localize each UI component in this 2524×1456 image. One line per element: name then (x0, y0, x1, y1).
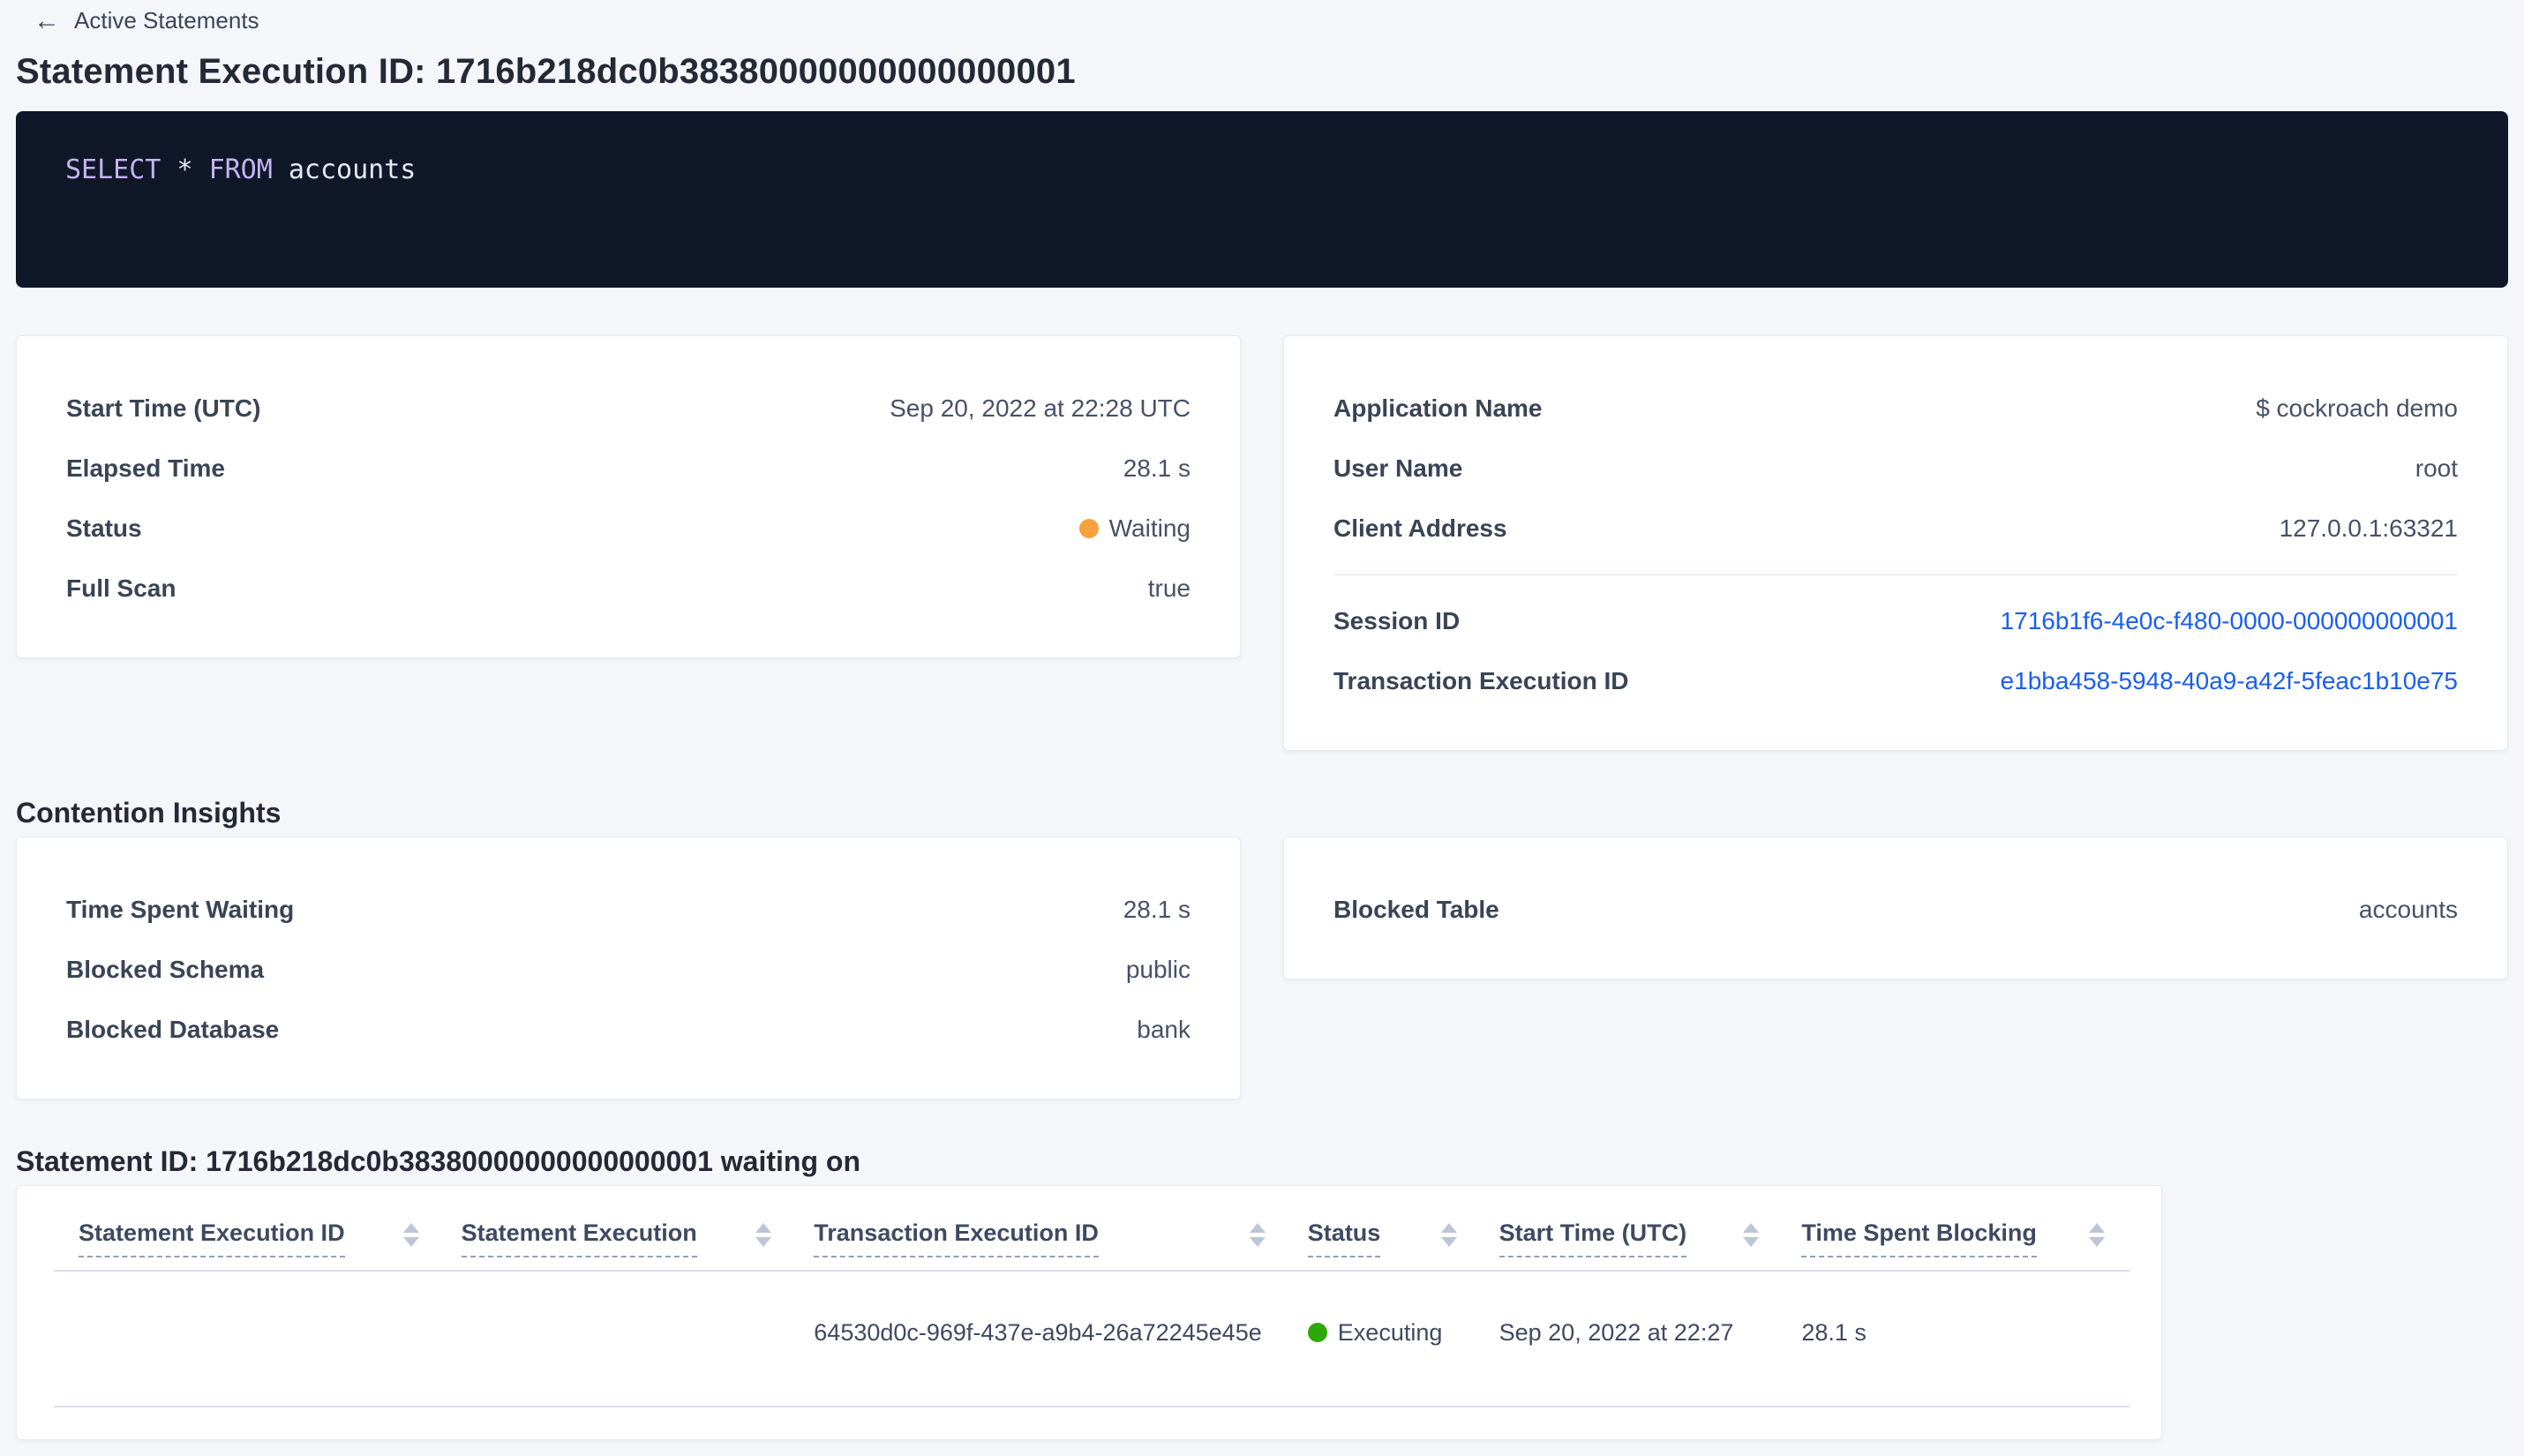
column-header-label: Status (1307, 1220, 1381, 1257)
blocked-table-value: accounts (2358, 896, 2458, 923)
user-name-label: User Name (1333, 454, 1463, 482)
card-divider (1333, 574, 2458, 575)
back-to-active-statements-link[interactable]: ← Active Statements (16, 0, 259, 34)
column-header-label: Transaction Execution ID (814, 1220, 1099, 1257)
elapsed-time-label: Elapsed Time (66, 454, 226, 482)
sql-keyword-from: FROM (208, 154, 273, 185)
cell-time-spent-blocking: 28.1 s (1801, 1318, 1867, 1346)
column-header-label: Time Spent Blocking (1801, 1220, 2037, 1257)
sql-statement-box: SELECT * FROM accounts (16, 111, 2508, 288)
column-header-statement-execution-id[interactable]: Statement Execution ID (79, 1220, 462, 1257)
blocked-schema-label: Blocked Schema (66, 956, 265, 983)
blocked-database-label: Blocked Database (66, 1016, 280, 1043)
column-header-transaction-execution-id[interactable]: Transaction Execution ID (814, 1220, 1308, 1257)
detail-row-transaction-execution-id: Transaction Execution ID e1bba458-5948-4… (1333, 651, 2458, 711)
detail-row-time-spent-waiting: Time Spent Waiting 28.1 s (66, 880, 1191, 940)
transaction-execution-id-label: Transaction Execution ID (1333, 667, 1629, 694)
status-value: Waiting (1078, 514, 1191, 544)
column-header-status[interactable]: Status (1307, 1220, 1499, 1257)
blocked-table-card: Blocked Table accounts (1283, 837, 2508, 979)
user-name-value: root (2415, 454, 2458, 482)
status-value-text: Waiting (1108, 514, 1191, 542)
sort-icon[interactable] (1440, 1223, 1457, 1247)
detail-row-application-name: Application Name $ cockroach demo (1333, 379, 2458, 439)
sort-icon[interactable] (1249, 1223, 1266, 1247)
blocked-table-label: Blocked Table (1333, 896, 1499, 923)
waiting-on-heading: Statement ID: 1716b218dc0b38380000000000… (16, 1145, 860, 1177)
column-header-label: Statement Execution (461, 1220, 697, 1257)
status-label: Status (66, 514, 142, 542)
detail-row-session-id: Session ID 1716b1f6-4e0c-f480-0000-00000… (1333, 591, 2458, 651)
back-link-label: Active Statements (74, 7, 259, 34)
application-name-label: Application Name (1333, 394, 1543, 422)
start-time-label: Start Time (UTC) (66, 394, 261, 422)
start-time-value: Sep 20, 2022 at 22:28 UTC (890, 394, 1191, 422)
waiting-status-dot-icon (1078, 519, 1099, 538)
contention-details-card: Time Spent Waiting 28.1 s Blocked Schema… (16, 837, 1241, 1100)
blocked-database-value: bank (1137, 1016, 1191, 1043)
full-scan-value: true (1147, 574, 1191, 602)
cell-start-time: Sep 20, 2022 at 22:27 (1499, 1318, 1734, 1346)
cell-status: Executing (1307, 1318, 1499, 1347)
detail-row-blocked-table: Blocked Table accounts (1333, 880, 2458, 940)
waiting-statements-table-card: Statement Execution ID Statement Executi… (16, 1185, 2162, 1440)
column-header-start-time[interactable]: Start Time (UTC) (1499, 1220, 1802, 1257)
sort-icon[interactable] (755, 1223, 772, 1247)
session-details-card: Application Name $ cockroach demo User N… (1283, 335, 2508, 751)
column-header-statement-execution[interactable]: Statement Execution (461, 1220, 815, 1257)
session-id-link[interactable]: 1716b1f6-4e0c-f480-0000-000000000001 (2001, 606, 2458, 636)
contention-insights-heading: Contention Insights (16, 797, 282, 829)
detail-row-elapsed-time: Elapsed Time 28.1 s (66, 439, 1191, 499)
transaction-execution-id-link[interactable]: e1bba458-5948-40a9-a42f-5feac1b10e75 (2001, 666, 2458, 696)
cell-status-text: Executing (1337, 1318, 1443, 1346)
detail-row-user-name: User Name root (1333, 439, 2458, 499)
sort-icon[interactable] (2089, 1223, 2105, 1247)
application-name-value: $ cockroach demo (2256, 394, 2458, 422)
sort-icon[interactable] (1743, 1223, 1760, 1247)
back-arrow-icon: ← (34, 5, 60, 35)
time-spent-waiting-label: Time Spent Waiting (66, 896, 295, 923)
table-row: 64530d0c-969f-437e-a9b4-26a72245e45e Exe… (17, 1272, 2161, 1393)
table-divider (54, 1406, 2130, 1407)
detail-row-blocked-database: Blocked Database bank (66, 1000, 1191, 1060)
executing-status-dot-icon (1307, 1323, 1327, 1342)
sql-keyword-select: SELECT (65, 154, 162, 185)
column-header-time-spent-blocking[interactable]: Time Spent Blocking (1801, 1220, 2126, 1257)
column-header-label: Start Time (UTC) (1499, 1220, 1687, 1257)
full-scan-label: Full Scan (66, 574, 177, 602)
elapsed-time-value: 28.1 s (1123, 454, 1191, 482)
execution-overview-card: Start Time (UTC) Sep 20, 2022 at 22:28 U… (16, 335, 1241, 658)
session-id-label: Session ID (1333, 607, 1461, 634)
client-address-label: Client Address (1333, 514, 1507, 542)
detail-row-blocked-schema: Blocked Schema public (66, 940, 1191, 1000)
waiting-table-header-row: Statement Execution ID Statement Executi… (17, 1220, 2161, 1257)
statement-execution-details-page: ← Active Statements Statement Execution … (0, 0, 2524, 1440)
client-address-value: 127.0.0.1:63321 (2279, 514, 2458, 542)
detail-row-start-time: Start Time (UTC) Sep 20, 2022 at 22:28 U… (66, 379, 1191, 439)
sql-table-name: accounts (288, 154, 417, 185)
detail-row-full-scan: Full Scan true (66, 559, 1191, 619)
detail-row-status: Status Waiting (66, 499, 1191, 559)
sql-star: * (177, 154, 193, 185)
detail-row-client-address: Client Address 127.0.0.1:63321 (1333, 499, 2458, 559)
sort-icon[interactable] (402, 1223, 419, 1247)
column-header-label: Statement Execution ID (79, 1220, 345, 1257)
time-spent-waiting-value: 28.1 s (1123, 896, 1191, 923)
cell-transaction-execution-id: 64530d0c-969f-437e-a9b4-26a72245e45e (814, 1318, 1262, 1346)
page-title: Statement Execution ID: 1716b218dc0b3838… (16, 52, 1076, 91)
blocked-schema-value: public (1125, 956, 1191, 983)
